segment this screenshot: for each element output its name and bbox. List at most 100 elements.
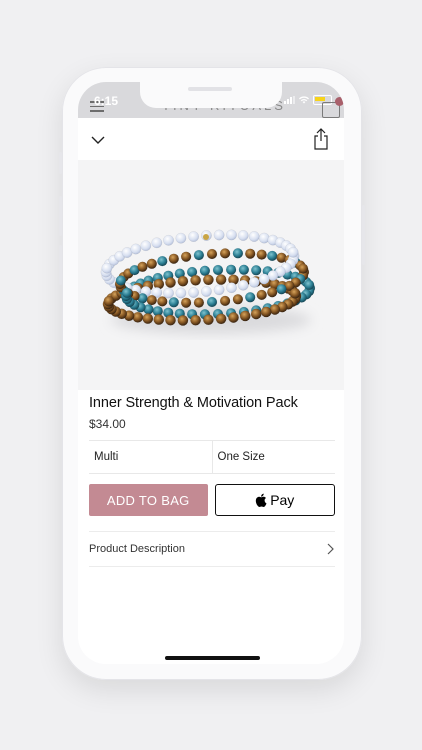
bead (258, 273, 270, 285)
bead (101, 262, 113, 274)
bead (200, 285, 212, 297)
bead (250, 265, 262, 276)
product-description-label: Product Description (89, 543, 185, 555)
bead (190, 314, 202, 326)
bead (180, 297, 192, 308)
bead (256, 249, 267, 260)
bead (219, 248, 231, 259)
phone-notch (140, 82, 282, 108)
bead (103, 295, 115, 307)
bead (239, 310, 251, 322)
side-button (59, 245, 62, 285)
bead (175, 232, 187, 244)
bead (237, 230, 249, 241)
bead (130, 243, 142, 255)
share-icon[interactable] (312, 128, 330, 150)
bead (142, 313, 154, 325)
bead (212, 264, 224, 276)
apple-logo-icon (256, 493, 267, 507)
color-option[interactable]: Multi (89, 441, 212, 473)
bead (206, 248, 218, 260)
product-sheet: Inner Strength & Motivation Pack $34.00 … (78, 118, 344, 664)
bead (146, 258, 158, 270)
bead (215, 313, 227, 325)
bead (250, 308, 262, 320)
chevron-down-icon[interactable] (90, 132, 106, 148)
bead (244, 292, 256, 303)
product-title: Inner Strength & Motivation Pack (89, 395, 298, 411)
variant-options: Multi One Size (89, 440, 335, 474)
bracelet-beads (100, 229, 316, 326)
bead (177, 275, 189, 287)
bracelet-stack-image (100, 229, 316, 334)
bead (175, 287, 187, 299)
bead (140, 240, 152, 252)
bead (225, 264, 237, 275)
bead (213, 284, 225, 296)
bead (248, 276, 260, 288)
bead (157, 296, 168, 307)
bead (219, 295, 231, 307)
bead (180, 251, 192, 262)
bead (188, 287, 200, 298)
shopping-bag-icon[interactable] (322, 97, 344, 118)
bead (226, 229, 237, 241)
side-button (59, 152, 62, 174)
bead (256, 289, 267, 301)
bead (237, 279, 249, 291)
product-description-row[interactable]: Product Description (89, 531, 335, 567)
apple-pay-button[interactable]: Pay (214, 484, 335, 516)
bead (157, 255, 168, 267)
app-store-screenshot: 6:15 TINY RITUALS (0, 0, 422, 750)
status-time: 6:15 (94, 94, 119, 108)
product-price: $34.00 (89, 417, 126, 431)
bead (303, 279, 315, 291)
purchase-actions: ADD TO BAG Pay (89, 484, 335, 516)
sheet-toolbar (78, 118, 344, 160)
product-image (78, 160, 344, 390)
bead (248, 231, 260, 242)
bead (232, 248, 244, 259)
wifi-icon (299, 96, 309, 104)
bead (165, 277, 176, 288)
bead (188, 231, 200, 243)
bead (151, 237, 163, 249)
bead (266, 250, 278, 262)
side-button (59, 196, 62, 236)
bead (215, 274, 227, 286)
side-button (362, 205, 365, 265)
bead (190, 274, 202, 286)
bead (266, 286, 278, 298)
bead (228, 312, 239, 323)
bead (165, 314, 176, 326)
phone-screen: 6:15 TINY RITUALS (78, 82, 344, 664)
bead (168, 297, 180, 308)
bead (115, 275, 127, 286)
apple-pay-label: Pay (270, 492, 295, 508)
bead (153, 314, 165, 326)
bead (289, 287, 301, 299)
bead (137, 261, 148, 273)
bead (226, 282, 237, 294)
bead (146, 294, 158, 306)
gold-spacer-bead (203, 234, 209, 240)
bead (244, 248, 256, 259)
bead (168, 253, 180, 264)
bead (193, 297, 205, 308)
size-option[interactable]: One Size (211, 441, 336, 473)
bead (276, 283, 287, 295)
bead (121, 287, 133, 299)
bead (193, 249, 205, 261)
bead (199, 265, 211, 277)
bead (202, 314, 214, 326)
chevron-right-icon (327, 543, 334, 555)
bead (232, 294, 244, 305)
signal-icon (284, 96, 295, 104)
add-to-bag-button[interactable]: ADD TO BAG (89, 484, 208, 516)
bead (238, 264, 250, 276)
bead (213, 229, 225, 241)
phone-speaker (188, 87, 232, 91)
bead (202, 274, 214, 286)
bead (163, 287, 174, 299)
bead (163, 234, 174, 246)
